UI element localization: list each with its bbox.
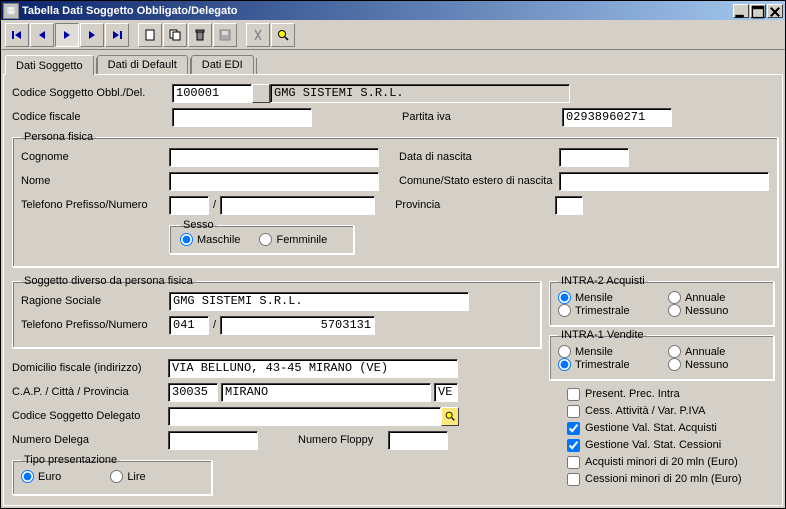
soggetto-diverso-group: Soggetto diverso da persona fisica Ragio… [12, 275, 541, 348]
tipo-presentazione-group: Tipo presentazione Euro Lire [12, 454, 212, 495]
telefono-pf-label: Telefono Prefisso/Numero [21, 199, 169, 211]
nav-next-button[interactable] [80, 23, 104, 47]
nav-prev-button[interactable] [30, 23, 54, 47]
app-window: ▦ Tabella Dati Soggetto Obbligato/Delega… [0, 0, 786, 509]
acquisti-minori-checkbox[interactable]: Acquisti minori di 20 mln (Euro) [567, 454, 774, 470]
sesso-maschile-radio[interactable]: Maschile [180, 233, 240, 246]
cap-citta-label: C.A.P. / Città / Provincia [12, 386, 168, 398]
citta-input[interactable] [221, 383, 431, 402]
comune-stato-label: Comune/Stato estero di nascita [399, 175, 559, 187]
telefono-pf-numero-input[interactable] [220, 196, 375, 215]
numero-delega-label: Numero Delega [12, 434, 168, 446]
slash-separator-2: / [213, 319, 216, 331]
ragione-sociale-label: Ragione Sociale [21, 295, 169, 307]
tab-content: Codice Soggetto Obbl./Del. Codice fiscal… [3, 74, 783, 506]
minimize-button[interactable] [733, 4, 749, 18]
intra2-mensile-radio[interactable]: Mensile [558, 291, 652, 304]
restore-button[interactable] [750, 4, 766, 18]
nav-last-button[interactable] [105, 23, 129, 47]
domicilio-input[interactable] [168, 359, 458, 378]
codice-soggetto-input[interactable] [172, 84, 252, 103]
data-nascita-input[interactable] [559, 148, 629, 167]
intra2-nessuno-radio[interactable]: Nessuno [668, 304, 728, 317]
new-button[interactable] [138, 23, 162, 47]
delete-button[interactable] [188, 23, 212, 47]
intra1-trimestrale-radio[interactable]: Trimestrale [558, 358, 652, 371]
titlebar: ▦ Tabella Dati Soggetto Obbligato/Delega… [1, 1, 785, 20]
partita-iva-label: Partita iva [402, 111, 482, 123]
copy-button[interactable] [163, 23, 187, 47]
app-icon: ▦ [3, 3, 19, 19]
telefono-pf-prefisso-input[interactable] [169, 196, 209, 215]
intra2-group: INTRA-2 Acquisti Mensile Trimestrale Ann… [549, 275, 774, 326]
intra2-trimestrale-radio[interactable]: Trimestrale [558, 304, 652, 317]
persona-fisica-legend: Persona fisica [21, 131, 96, 143]
domicilio-label: Domicilio fiscale (indirizzo) [12, 362, 168, 374]
cess-attivita-checkbox[interactable]: Cess. Attività / Var. P.IVA [567, 403, 774, 419]
save-button[interactable] [213, 23, 237, 47]
data-nascita-label: Data di nascita [399, 151, 559, 163]
telefono-numero-input[interactable] [220, 316, 375, 335]
tab-dati-soggetto[interactable]: Dati Soggetto [5, 55, 94, 75]
intra2-annuale-radio[interactable]: Annuale [668, 291, 728, 304]
intra1-group: INTRA-1 Vendite Mensile Trimestrale Annu… [549, 329, 774, 380]
gestione-cessioni-checkbox[interactable]: Gestione Val. Stat. Cessioni [567, 437, 774, 453]
nome-input[interactable] [169, 172, 379, 191]
tab-dati-edi[interactable]: Dati EDI [191, 55, 254, 74]
intra1-mensile-radio[interactable]: Mensile [558, 345, 652, 358]
close-button[interactable] [767, 4, 783, 18]
partita-iva-input[interactable] [562, 108, 672, 127]
provincia-input[interactable] [434, 383, 458, 402]
persona-fisica-group: Persona fisica Cognome Data di nascita N… [12, 131, 778, 267]
search-button[interactable] [271, 23, 295, 47]
intra1-legend: INTRA-1 Vendite [558, 329, 647, 341]
nav-current-button[interactable] [55, 23, 79, 47]
intra2-legend: INTRA-2 Acquisti [558, 275, 648, 287]
codice-fiscale-label: Codice fiscale [12, 111, 172, 123]
soggetto-diverso-legend: Soggetto diverso da persona fisica [21, 275, 196, 287]
cognome-input[interactable] [169, 148, 379, 167]
company-name-display [270, 84, 570, 103]
codice-delegato-input[interactable] [168, 407, 441, 426]
gestione-acquisti-checkbox[interactable]: Gestione Val. Stat. Acquisti [567, 420, 774, 436]
intra1-nessuno-radio[interactable]: Nessuno [668, 358, 728, 371]
present-prec-checkbox[interactable]: Present. Prec. Intra [567, 386, 774, 402]
numero-floppy-label: Numero Floppy [298, 434, 388, 446]
codice-soggetto-lookup-button[interactable] [252, 84, 270, 103]
cap-input[interactable] [168, 383, 218, 402]
codice-delegato-lookup-button[interactable] [441, 407, 459, 426]
provincia-pf-label: Provincia [395, 199, 555, 211]
numero-delega-input[interactable] [168, 431, 258, 450]
toolbar [1, 20, 785, 50]
sesso-legend: Sesso [180, 219, 217, 231]
codice-delegato-label: Codice Soggetto Delegato [12, 410, 168, 422]
cessioni-minori-checkbox[interactable]: Cessioni minori di 20 mln (Euro) [567, 471, 774, 487]
window-title: Tabella Dati Soggetto Obbligato/Delegato [22, 5, 733, 17]
nav-first-button[interactable] [5, 23, 29, 47]
sesso-femminile-radio[interactable]: Femminile [259, 233, 327, 246]
cut-button[interactable] [246, 23, 270, 47]
slash-separator: / [213, 199, 216, 211]
codice-soggetto-label: Codice Soggetto Obbl./Del. [12, 87, 172, 99]
tab-dati-default[interactable]: Dati di Default [97, 55, 188, 74]
tab-strip: Dati Soggetto Dati di Default Dati EDI [1, 52, 785, 74]
nome-label: Nome [21, 175, 169, 187]
tipo-euro-radio[interactable]: Euro [21, 470, 61, 483]
tipo-presentazione-legend: Tipo presentazione [21, 454, 120, 466]
comune-stato-input[interactable] [559, 172, 769, 191]
intra1-annuale-radio[interactable]: Annuale [668, 345, 728, 358]
sesso-group: Sesso Maschile Femminile [169, 219, 354, 254]
telefono-label: Telefono Prefisso/Numero [21, 319, 169, 331]
numero-floppy-input[interactable] [388, 431, 448, 450]
telefono-prefisso-input[interactable] [169, 316, 209, 335]
tipo-lire-radio[interactable]: Lire [110, 470, 145, 483]
ragione-sociale-input[interactable] [169, 292, 469, 311]
provincia-pf-input[interactable] [555, 196, 583, 215]
cognome-label: Cognome [21, 151, 169, 163]
codice-fiscale-input[interactable] [172, 108, 312, 127]
